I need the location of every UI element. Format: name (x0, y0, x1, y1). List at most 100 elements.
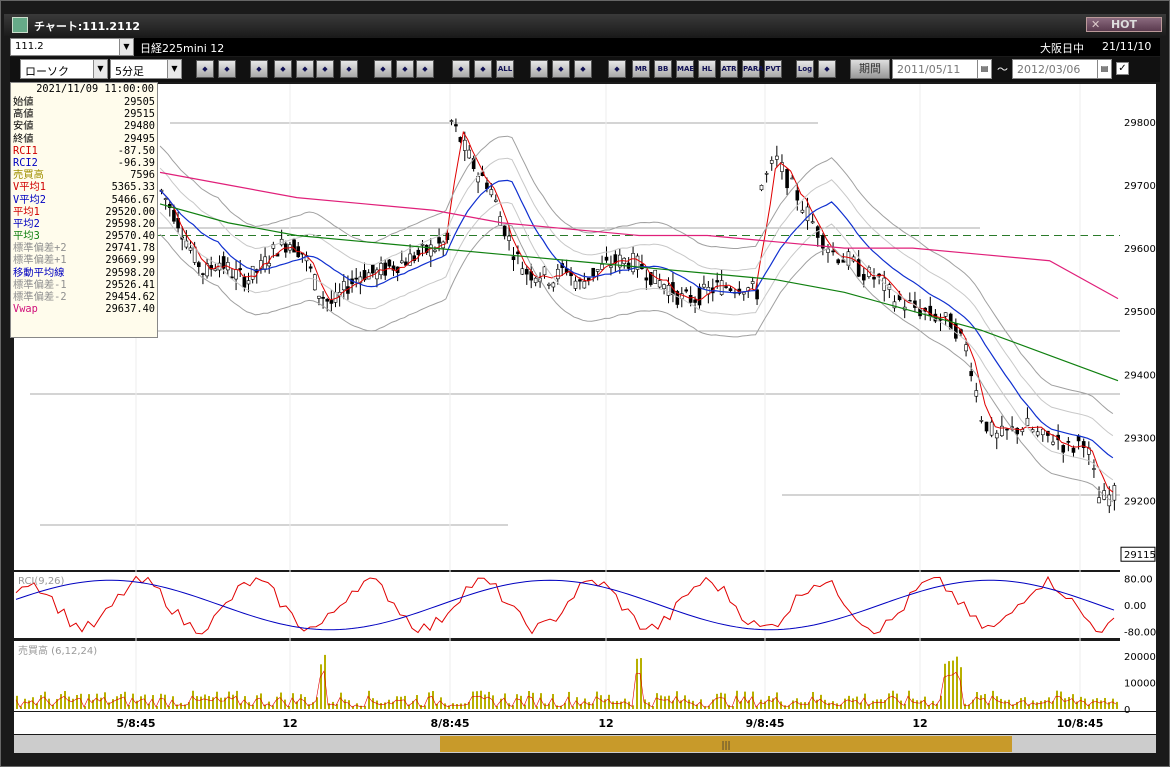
volume-bar (292, 693, 294, 709)
info-value: 29637.40 (105, 303, 155, 316)
candle (1061, 445, 1066, 453)
info-label: 標準偏差+2 (13, 242, 67, 255)
volume-bar (268, 701, 270, 709)
volume-bar (760, 699, 762, 709)
info-label: 平均2 (13, 217, 40, 230)
info-value: 7596 (130, 169, 155, 182)
candle (341, 281, 346, 291)
info-value: -87.50 (117, 144, 155, 157)
candle (551, 282, 556, 288)
volume-bar (476, 691, 478, 709)
volume-bar (608, 694, 610, 709)
volume-bar (132, 693, 134, 709)
volume-bar (1080, 696, 1082, 709)
volume-bar (112, 699, 114, 709)
candle (595, 269, 600, 272)
chart-area[interactable]: ||| 29800 29700 29600 29500 29400 29300 29200 29… (0, 0, 1170, 767)
info-row: 売買高 7596 (11, 169, 157, 181)
volume-bar (1100, 700, 1102, 709)
info-label: 移動平均線 (13, 266, 65, 279)
volume-bar (1116, 701, 1118, 709)
volume-bar (200, 696, 202, 709)
volume-bar (528, 691, 530, 709)
candle (325, 298, 330, 302)
volume-bar (68, 696, 70, 709)
volume-bar (244, 696, 246, 709)
candle (246, 280, 251, 285)
volume-bar (488, 691, 490, 709)
volume-bar (1000, 698, 1002, 709)
price-tick-label: 29500 (1124, 307, 1156, 318)
info-value: 29598.20 (105, 266, 155, 279)
volume-bar (908, 690, 910, 709)
info-rows: 始値 29505 高値 29515 安値 29480 終値 29495 RCI1 -87.50 RC… (11, 96, 157, 315)
volume-bar (828, 702, 830, 709)
candle (533, 277, 538, 283)
info-row: 標準偏差-2 29454.62 (11, 291, 157, 303)
volume-bar (1072, 694, 1074, 709)
volume-bar (768, 695, 770, 709)
date-tick-label: 9/8:45 (745, 717, 784, 730)
candle (578, 279, 582, 282)
volume-bar (400, 696, 402, 709)
info-row: V平均1 5365.33 (11, 181, 157, 193)
volume-bar (752, 691, 754, 709)
candle (684, 289, 689, 292)
volume-bar (796, 698, 798, 709)
volume-bar (912, 698, 914, 709)
price-tick-label: 29400 (1124, 370, 1156, 381)
volume-bar (944, 663, 946, 709)
volume-bar (204, 694, 206, 709)
volume-bar (444, 703, 446, 709)
volume-bar (872, 700, 874, 709)
volume-bar (228, 691, 230, 709)
info-row: 始値 29505 (11, 96, 157, 108)
info-value: 29520.00 (105, 205, 155, 218)
candle (591, 267, 596, 277)
info-row: 標準偏差-1 29526.41 (11, 279, 157, 291)
volume-bar (692, 700, 694, 709)
candle (267, 263, 272, 267)
volume-bar (208, 695, 210, 709)
candle (969, 371, 973, 377)
info-label: 標準偏差-1 (13, 278, 67, 291)
volume-bar (1052, 701, 1054, 709)
candle (582, 281, 587, 289)
info-label: 平均3 (13, 230, 40, 243)
candle (1005, 428, 1009, 431)
info-label: Vwap (13, 303, 38, 316)
volume-bar (568, 691, 570, 709)
info-value: 29570.40 (105, 230, 155, 243)
volume-bar (256, 695, 258, 709)
info-row: 平均2 29598.20 (11, 218, 157, 230)
volume-bar (216, 691, 218, 709)
rci-plot-bg (14, 572, 1120, 638)
volume-bar (232, 694, 234, 709)
info-label: 平均1 (13, 205, 40, 218)
info-row: 標準偏差+1 29669.99 (11, 254, 157, 266)
volume-bar (892, 690, 894, 709)
volume-bar (636, 658, 638, 709)
volume-bar (64, 691, 66, 709)
volume-bar (380, 703, 382, 709)
volume-bar (588, 702, 590, 709)
volume-plot-bg (14, 641, 1120, 711)
volume-panel-label: 売買高 (6,12,24) (18, 644, 97, 657)
date-axis-bg (14, 712, 1156, 734)
volume-bar (1020, 698, 1022, 709)
volume-bar (72, 698, 74, 709)
volume-bar (120, 694, 122, 709)
volume-bar (876, 699, 878, 709)
candle (697, 286, 702, 306)
date-tick-label: 10/8:45 (1057, 717, 1104, 730)
candle (379, 263, 383, 276)
info-label: 始値 (13, 96, 34, 108)
volume-bar (704, 706, 706, 709)
volume-bar (956, 656, 958, 709)
candle (308, 266, 313, 269)
candle (943, 312, 948, 317)
candle (795, 190, 800, 201)
candle (172, 209, 176, 222)
candle (989, 421, 994, 436)
info-value: 5365.33 (111, 181, 155, 194)
